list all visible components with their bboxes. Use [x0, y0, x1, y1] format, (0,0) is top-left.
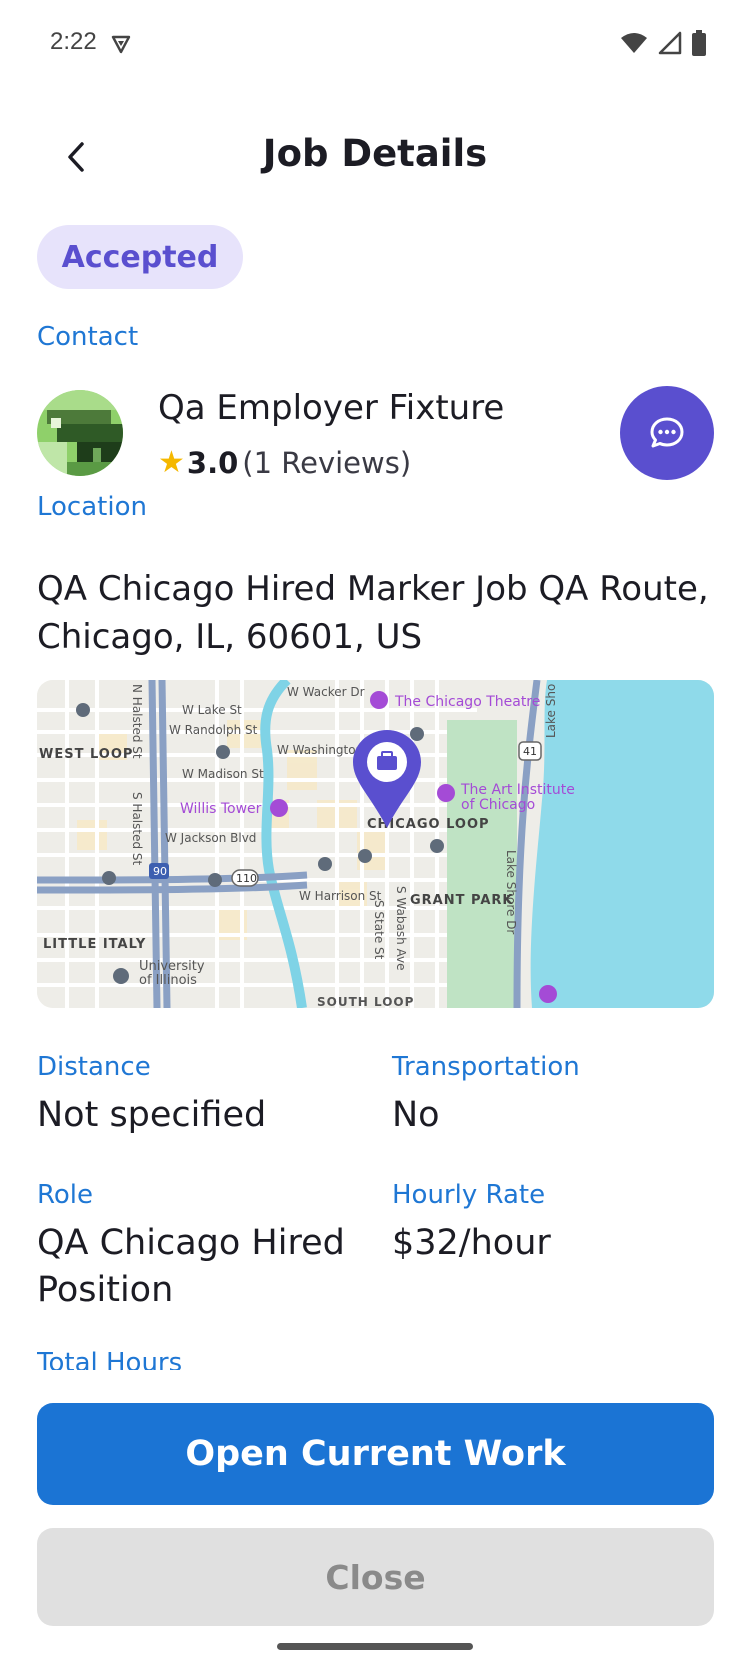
contact-rating: ★ 3.0 (1 Reviews) — [158, 445, 411, 480]
role-label: Role — [37, 1180, 94, 1210]
location-label: Location — [37, 492, 147, 522]
map-label-randolph: W Randolph St — [169, 723, 258, 737]
status-icons — [620, 30, 706, 60]
chat-bubble-icon — [650, 417, 684, 448]
map-label-i110: 110 — [236, 872, 257, 885]
rating-reviews: (1 Reviews) — [242, 445, 412, 480]
location-address: QA Chicago Hired Marker Job QA Route, Ch… — [37, 569, 709, 657]
map-label-willis: Willis Tower — [180, 801, 262, 817]
map-label-harrison: W Harrison St — [299, 889, 382, 903]
map-label-littleitaly: LITTLE ITALY — [43, 937, 146, 952]
distance-value: Not specified — [37, 1095, 267, 1135]
map-label-illinois: of Illinois — [139, 973, 197, 988]
map-label-halsted-s: S Halsted St — [130, 792, 144, 866]
open-current-work-button[interactable]: Open Current Work — [37, 1403, 714, 1505]
total-hours-label: Total Hours — [37, 1348, 183, 1370]
map-label-wabash: S Wabash Ave — [394, 886, 408, 971]
map-label-lakeshore-2: Lake Sho — [544, 684, 558, 738]
hourly-rate-value: $32/hour — [392, 1223, 551, 1263]
transportation-value: No — [392, 1095, 440, 1135]
role-value: QA Chicago Hired Position — [37, 1223, 345, 1310]
transportation-label: Transportation — [392, 1052, 580, 1082]
location-map[interactable]: W Wacker Dr W Lake St W Randolph St W Wa… — [37, 680, 714, 1008]
map-label-grantpark: GRANT PARK — [410, 893, 514, 908]
map-label-us41: 41 — [523, 745, 537, 758]
chat-button[interactable] — [620, 386, 714, 480]
star-icon: ★ — [158, 445, 185, 480]
rating-score: 3.0 — [186, 445, 239, 480]
avatar — [37, 390, 123, 476]
vpn-icon — [110, 33, 132, 59]
wifi-icon — [620, 31, 648, 59]
map-label-wacker: W Wacker Dr — [287, 685, 365, 699]
job-status-badge: Accepted — [37, 225, 243, 289]
map-label-madison: W Madison St — [182, 767, 264, 781]
contact-name: Qa Employer Fixture — [158, 388, 505, 428]
map-label-university: University — [139, 959, 205, 974]
cell-signal-icon — [658, 31, 682, 59]
map-label-jackson: W Jackson Blvd — [165, 831, 256, 845]
home-indicator[interactable] — [277, 1643, 473, 1650]
map-label-lake: W Lake St — [182, 703, 242, 717]
map-label-westloop: WEST LOOP — [39, 747, 133, 762]
map-label-theatre: The Chicago Theatre — [394, 694, 540, 710]
map-label-i90: 90 — [153, 865, 167, 878]
app-header: Job Details — [0, 110, 750, 200]
distance-label: Distance — [37, 1052, 151, 1082]
battery-icon — [692, 30, 706, 60]
map-label-art-1: The Art Institute — [460, 782, 575, 798]
contact-label: Contact — [37, 322, 139, 352]
status-time: 2:22 — [50, 28, 97, 55]
map-label-state: S State St — [372, 900, 386, 960]
map-label-southloop: SOUTH LOOP — [317, 995, 414, 1008]
status-bar: 2:22 — [0, 0, 750, 90]
map-label-art-2: of Chicago — [461, 797, 535, 813]
hourly-rate-label: Hourly Rate — [392, 1180, 546, 1210]
page-title: Job Details — [262, 132, 488, 175]
close-button[interactable]: Close — [37, 1528, 714, 1626]
